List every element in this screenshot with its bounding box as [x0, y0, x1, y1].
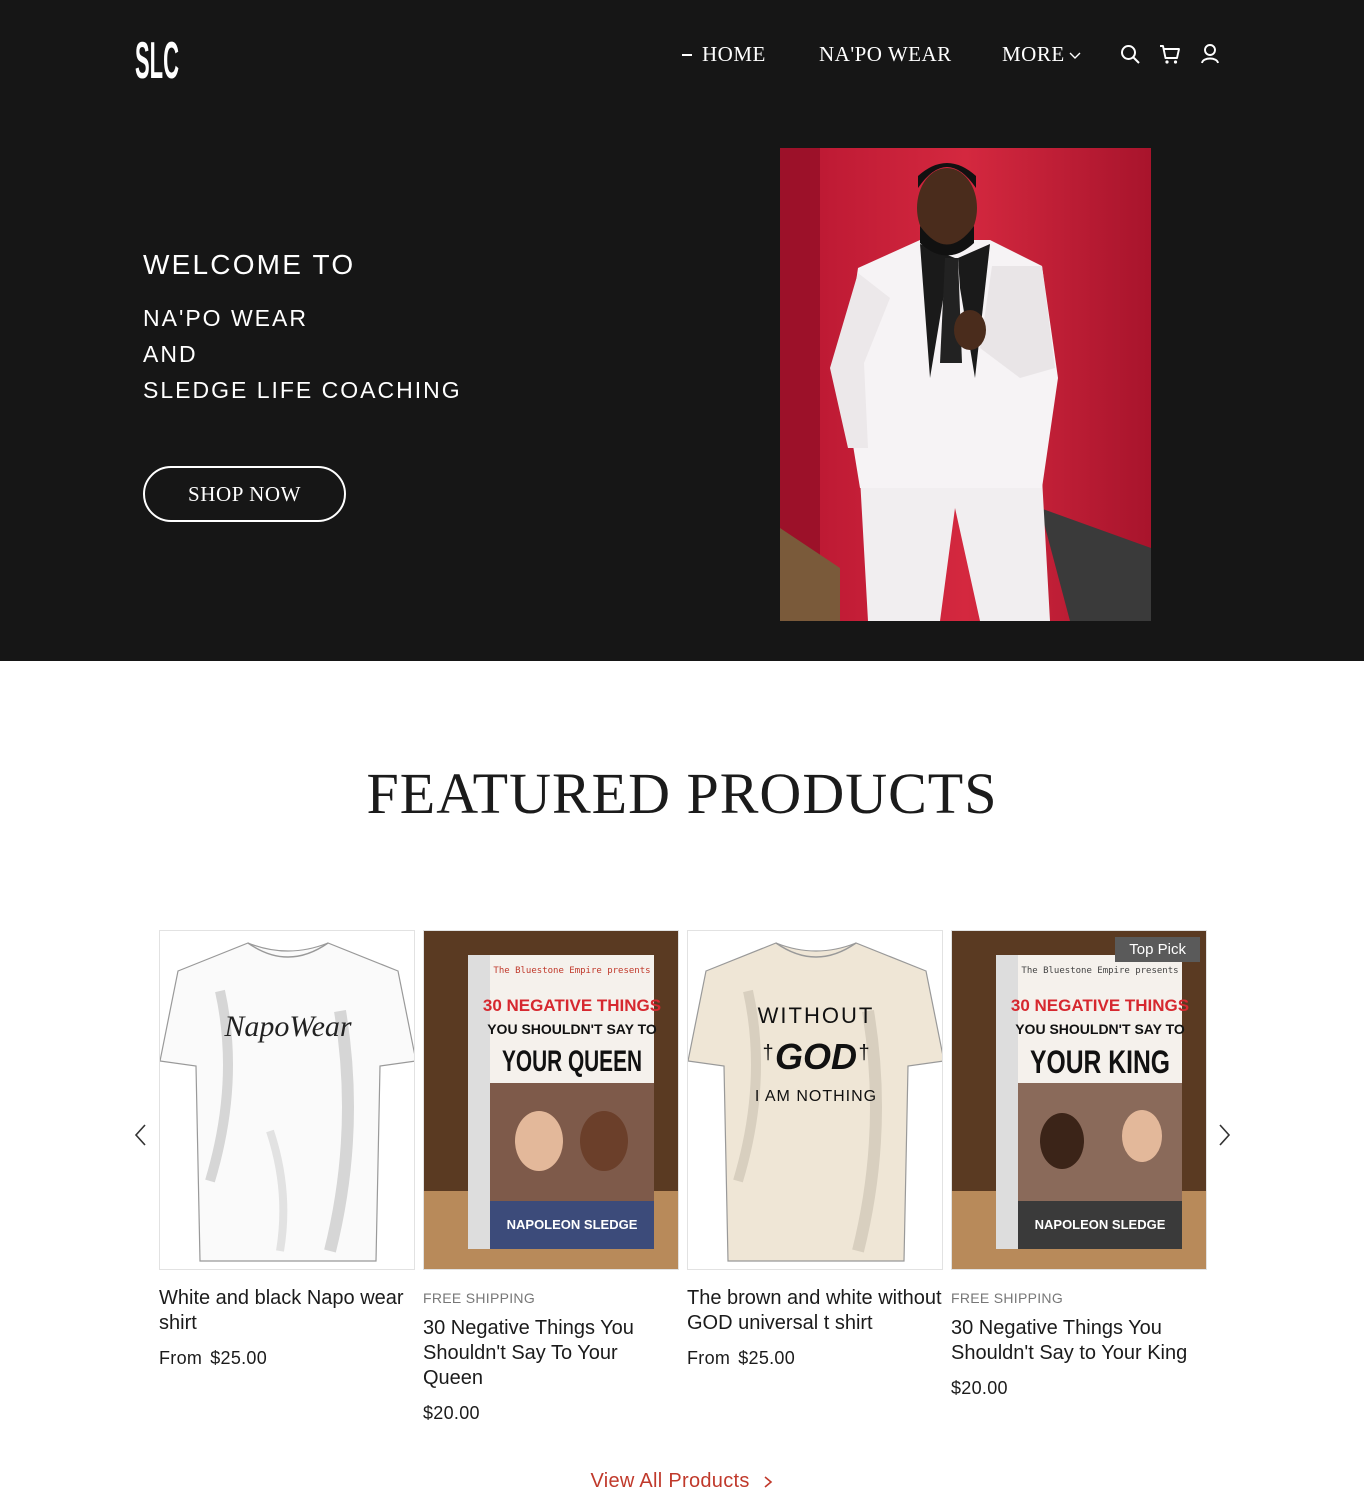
hero-subtitle: NA'PO WEAR AND SLEDGE LIFE COACHING	[143, 300, 462, 408]
product-name[interactable]: 30 Negative Things You Shouldn't Say To …	[423, 1316, 679, 1391]
cart-icon[interactable]	[1159, 43, 1181, 65]
active-indicator	[682, 53, 692, 56]
nav-home[interactable]: HOME	[682, 42, 766, 67]
account-icon[interactable]	[1199, 43, 1221, 65]
hero-section: SLC HOME NA'PO WEAR MORE WELCOME TO NA'P…	[0, 0, 1364, 661]
view-all-products-link[interactable]: View All Products	[0, 1470, 1364, 1493]
carousel-next-arrow[interactable]	[1214, 1120, 1234, 1150]
man-in-white-suit-photo	[780, 148, 1151, 621]
god-print: GOD	[775, 1036, 857, 1077]
nav-more[interactable]: MORE	[1002, 42, 1081, 67]
book-title-line-2: YOU SHOULDN'T SAY TO	[1015, 1021, 1185, 1037]
price-value: $25.00	[210, 1348, 268, 1368]
tan-tshirt-image: WITHOUT GOD † † I AM NOTHING	[688, 942, 942, 1262]
chevron-left-icon	[134, 1124, 146, 1146]
product-image[interactable]: The Bluestone Empire presents 30 NEGATIV…	[423, 930, 679, 1270]
without-print: WITHOUT	[758, 1003, 875, 1028]
product-name[interactable]: The brown and white without GOD universa…	[687, 1286, 943, 1336]
price-value: $25.00	[738, 1348, 796, 1368]
book-title-line-3: YOUR QUEEN	[502, 1045, 642, 1078]
nav-napo-wear[interactable]: NA'PO WEAR	[819, 42, 952, 67]
shipping-label: FREE SHIPPING	[423, 1290, 536, 1306]
product-name[interactable]: 30 Negative Things You Shouldn't Say to …	[951, 1316, 1207, 1366]
svg-text:SLC: SLC	[135, 32, 179, 84]
chevron-down-icon	[1069, 52, 1081, 59]
white-tshirt-image: NapoWear	[160, 942, 414, 1262]
top-pick-badge: Top Pick	[1115, 937, 1200, 962]
book-title-line-1: 30 NEGATIVE THINGS	[1011, 996, 1189, 1015]
chevron-right-icon	[764, 1476, 772, 1488]
nav-more-label: MORE	[1002, 42, 1065, 66]
price-prefix: From	[159, 1348, 203, 1368]
product-price: From $25.00	[159, 1348, 415, 1369]
product-card[interactable]: The Bluestone Empire presents 30 NEGATIV…	[423, 930, 679, 1424]
book-title-line-1: 30 NEGATIVE THINGS	[483, 996, 661, 1015]
chevron-right-icon	[1219, 1124, 1231, 1146]
shop-now-button[interactable]: SHOP NOW	[143, 466, 346, 522]
hero-welcome: WELCOME TO	[143, 249, 356, 280]
product-card[interactable]: WITHOUT GOD † † I AM NOTHING The brown a…	[687, 930, 943, 1369]
cross-left-icon: †	[762, 1042, 773, 1064]
product-price: $20.00	[951, 1378, 1008, 1398]
product-image[interactable]: NapoWear	[159, 930, 415, 1270]
product-name[interactable]: White and black Napo wear shirt	[159, 1286, 415, 1336]
product-card[interactable]: NapoWear White and black Napo wear shirt…	[159, 930, 415, 1369]
book-author: NAPOLEON SLEDGE	[507, 1217, 638, 1232]
slc-logo[interactable]: SLC	[134, 28, 180, 84]
hero-line-3: SLEDGE LIFE COACHING	[143, 377, 462, 403]
king-book-cover-image: The Bluestone Empire presents 30 NEGATIV…	[952, 931, 1206, 1269]
view-all-label: View All Products	[590, 1470, 750, 1492]
queen-book-cover-image: The Bluestone Empire presents 30 NEGATIV…	[424, 931, 678, 1269]
featured-products-title: FEATURED PRODUCTS	[366, 761, 998, 826]
napowear-print: NapoWear	[223, 1010, 352, 1043]
book-author: NAPOLEON SLEDGE	[1035, 1217, 1166, 1232]
price-prefix: From	[687, 1348, 731, 1368]
shipping-label: FREE SHIPPING	[951, 1290, 1064, 1306]
book-top-text: The Bluestone Empire presents	[493, 966, 650, 976]
search-icon[interactable]	[1119, 43, 1141, 65]
product-card[interactable]: The Bluestone Empire presents 30 NEGATIV…	[951, 930, 1207, 1399]
hero-line-2: AND	[143, 341, 198, 367]
hero-line-1: NA'PO WEAR	[143, 305, 308, 331]
hero-photo	[780, 148, 1151, 621]
book-title-line-2: YOU SHOULDN'T SAY TO	[487, 1021, 657, 1037]
book-top-text: The Bluestone Empire presents	[1021, 966, 1178, 976]
i-am-nothing-print: I AM NOTHING	[755, 1088, 877, 1105]
hero-text: WELCOME TO NA'PO WEAR AND SLEDGE LIFE CO…	[143, 248, 462, 408]
product-image[interactable]: The Bluestone Empire presents 30 NEGATIV…	[951, 930, 1207, 1270]
product-image[interactable]: WITHOUT GOD † † I AM NOTHING	[687, 930, 943, 1270]
book-title-line-3: YOUR KING	[1030, 1044, 1170, 1080]
nav-home-label: HOME	[702, 42, 766, 66]
product-price: From $25.00	[687, 1348, 943, 1369]
carousel-prev-arrow[interactable]	[131, 1120, 151, 1150]
cross-right-icon: †	[858, 1042, 869, 1064]
product-price: $20.00	[423, 1403, 480, 1423]
